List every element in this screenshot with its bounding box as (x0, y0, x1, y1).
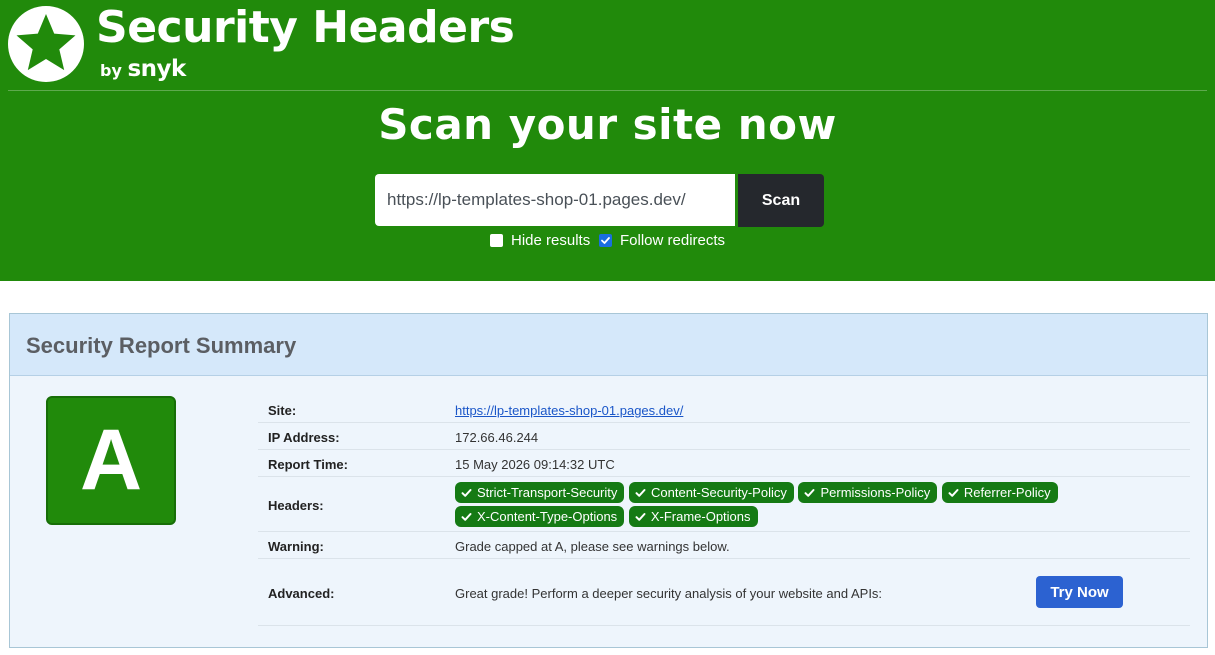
report-title: Security Report Summary (26, 333, 297, 358)
header-pill-label: Permissions-Policy (820, 485, 931, 500)
hide-results-checkbox[interactable] (490, 233, 503, 247)
report-header: Security Report Summary (10, 314, 1207, 376)
advanced-row: Advanced: Great grade! Perform a deeper … (258, 559, 1190, 626)
header-pill-label: Content-Security-Policy (651, 485, 787, 500)
follow-redirects-checkbox[interactable] (599, 233, 612, 247)
warning-label: Warning: (268, 539, 324, 554)
site-row: Site: https://lp-templates-shop-01.pages… (258, 396, 1190, 423)
report-time-value: 15 May 2026 09:14:32 UTC (455, 457, 615, 472)
check-icon (804, 488, 815, 498)
header-pill[interactable]: X-Frame-Options (628, 506, 758, 527)
hide-results-label: Hide results (511, 231, 591, 249)
security-report-panel: Security Report Summary A Site: https://… (9, 313, 1208, 648)
follow-redirects-option[interactable]: Follow redirects (599, 230, 725, 250)
advanced-label: Advanced: (268, 586, 335, 601)
byline-by: by (100, 61, 122, 80)
warning-value: Grade capped at A, please see warnings b… (455, 539, 730, 554)
scan-heading: Scan your site now (378, 100, 837, 149)
header-pill[interactable]: Referrer-Policy (941, 482, 1058, 503)
site-label: Site: (268, 403, 297, 418)
check-icon (948, 488, 959, 498)
report-time-row: Report Time: 15 May 2026 09:14:32 UTC (258, 450, 1190, 477)
ip-value: 172.66.46.244 (455, 430, 539, 445)
check-icon (635, 512, 646, 522)
check-icon (461, 512, 472, 522)
hero-banner: Security Headers by snyk Scan your site … (0, 0, 1215, 281)
brand-title[interactable]: Security Headers (96, 2, 515, 53)
follow-redirects-label: Follow redirects (620, 231, 726, 249)
header-pill[interactable]: Permissions-Policy (798, 482, 938, 503)
header-pills: Strict-Transport-Security Content-Securi… (455, 482, 1155, 530)
scan-button[interactable]: Scan (738, 174, 824, 227)
header-pill-label: X-Content-Type-Options (477, 509, 618, 524)
check-icon (461, 488, 472, 498)
header-pill-label: Strict-Transport-Security (477, 485, 618, 500)
report-details: Site: https://lp-templates-shop-01.pages… (258, 396, 1190, 626)
headers-label: Headers: (268, 498, 324, 513)
try-now-button[interactable]: Try Now (1036, 576, 1123, 608)
site-link[interactable]: https://lp-templates-shop-01.pages.dev/ (455, 403, 683, 418)
ip-row: IP Address: 172.66.46.244 (258, 423, 1190, 450)
header-pill[interactable]: Strict-Transport-Security (455, 482, 625, 503)
advanced-value: Great grade! Perform a deeper security a… (455, 586, 883, 601)
checkmark-icon (601, 236, 610, 244)
url-input[interactable] (375, 174, 735, 226)
check-icon (635, 488, 646, 498)
hide-results-option[interactable]: Hide results (490, 230, 590, 250)
header-pill-label: X-Frame-Options (650, 509, 751, 524)
header-pill[interactable]: Content-Security-Policy (629, 482, 794, 503)
ip-label: IP Address: (268, 430, 340, 445)
star-icon[interactable] (8, 6, 84, 82)
report-time-label: Report Time: (268, 457, 348, 472)
snyk-logo[interactable]: snyk (127, 56, 186, 82)
grade-badge: A (46, 396, 176, 525)
header-divider (8, 90, 1207, 91)
warning-row: Warning: Grade capped at A, please see w… (258, 532, 1190, 559)
headers-row: Headers: Strict-Transport-Security Conte… (258, 477, 1190, 532)
brand-byline: by snyk (100, 56, 186, 82)
header-pill[interactable]: X-Content-Type-Options (455, 506, 625, 527)
header-pill-label: Referrer-Policy (963, 485, 1051, 500)
